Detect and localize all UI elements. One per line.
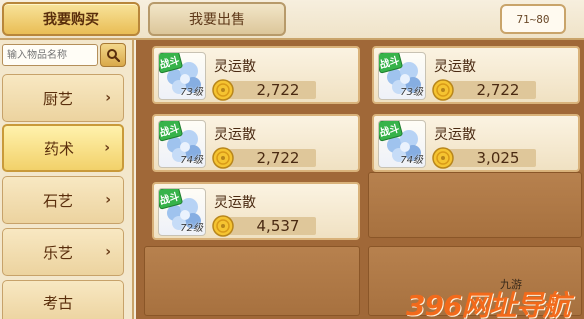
item-name: 灵运散	[214, 127, 256, 143]
search-button[interactable]	[100, 43, 126, 67]
item-card[interactable]: 战斗 73级 灵运散 2,722	[372, 46, 580, 104]
category-label: 药术	[44, 139, 75, 158]
crystal-flower-icon: 战斗 74级	[378, 120, 426, 168]
top-bar: 我要购买 我要出售 71~80	[0, 0, 584, 40]
gold-coin-icon	[212, 79, 234, 101]
item-price: 2,722	[476, 81, 520, 99]
category-item-cooking[interactable]: 厨艺 ›	[2, 74, 124, 122]
chevron-right-icon: ›	[105, 192, 111, 208]
item-price: 2,722	[256, 149, 300, 167]
item-card[interactable]: 战斗 74级 灵运散 2,722	[152, 114, 360, 172]
tab-sell[interactable]: 我要出售	[148, 2, 286, 36]
level-range-selector[interactable]: 71~80	[500, 4, 566, 34]
chevron-right-icon: ›	[105, 244, 111, 260]
category-sidebar: 厨艺 › 药术 › 石艺 › 乐艺 › 考古	[0, 40, 134, 319]
item-card[interactable]: 战斗 72级 灵运散 4,537	[152, 182, 360, 240]
item-name: 灵运散	[214, 59, 256, 75]
chevron-right-icon: ›	[104, 140, 110, 156]
chevron-right-icon: ›	[105, 90, 111, 106]
item-name: 灵运散	[434, 59, 476, 75]
category-label: 考古	[43, 293, 74, 312]
category-label: 石艺	[43, 191, 74, 210]
item-level: 74级	[180, 155, 203, 166]
category-item-stone[interactable]: 石艺 ›	[2, 176, 124, 224]
gold-coin-icon	[212, 147, 234, 169]
category-label: 厨艺	[43, 89, 74, 108]
search-input[interactable]	[2, 44, 98, 66]
crystal-flower-icon: 战斗 73级	[158, 52, 206, 100]
gold-coin-icon	[432, 79, 454, 101]
category-label: 乐艺	[43, 243, 74, 262]
crystal-flower-icon: 战斗 73级	[378, 52, 426, 100]
empty-slot	[368, 172, 582, 238]
category-item-music[interactable]: 乐艺 ›	[2, 228, 124, 276]
gold-coin-icon	[212, 215, 234, 237]
crystal-flower-icon: 战斗 74级	[158, 120, 206, 168]
item-level: 74级	[400, 155, 423, 166]
item-level: 72级	[180, 223, 203, 234]
item-level: 73级	[400, 87, 423, 98]
item-card[interactable]: 战斗 74级 灵运散 3,025	[372, 114, 580, 172]
item-name: 灵运散	[434, 127, 476, 143]
item-price: 4,537	[256, 217, 300, 235]
gold-coin-icon	[432, 147, 454, 169]
category-item-medicine[interactable]: 药术 ›	[2, 124, 124, 172]
crystal-flower-icon: 战斗 72级	[158, 188, 206, 236]
category-item-archaeology[interactable]: 考古	[2, 280, 124, 319]
item-card[interactable]: 战斗 73级 灵运散 2,722	[152, 46, 360, 104]
item-price: 3,025	[476, 149, 520, 167]
item-price: 2,722	[256, 81, 300, 99]
item-name: 灵运散	[214, 195, 256, 211]
watermark-logo: 396网址导航	[406, 289, 570, 319]
tab-buy[interactable]: 我要购买	[2, 2, 140, 36]
search-icon	[107, 49, 120, 62]
empty-slot	[144, 246, 360, 316]
item-level: 73级	[180, 87, 203, 98]
